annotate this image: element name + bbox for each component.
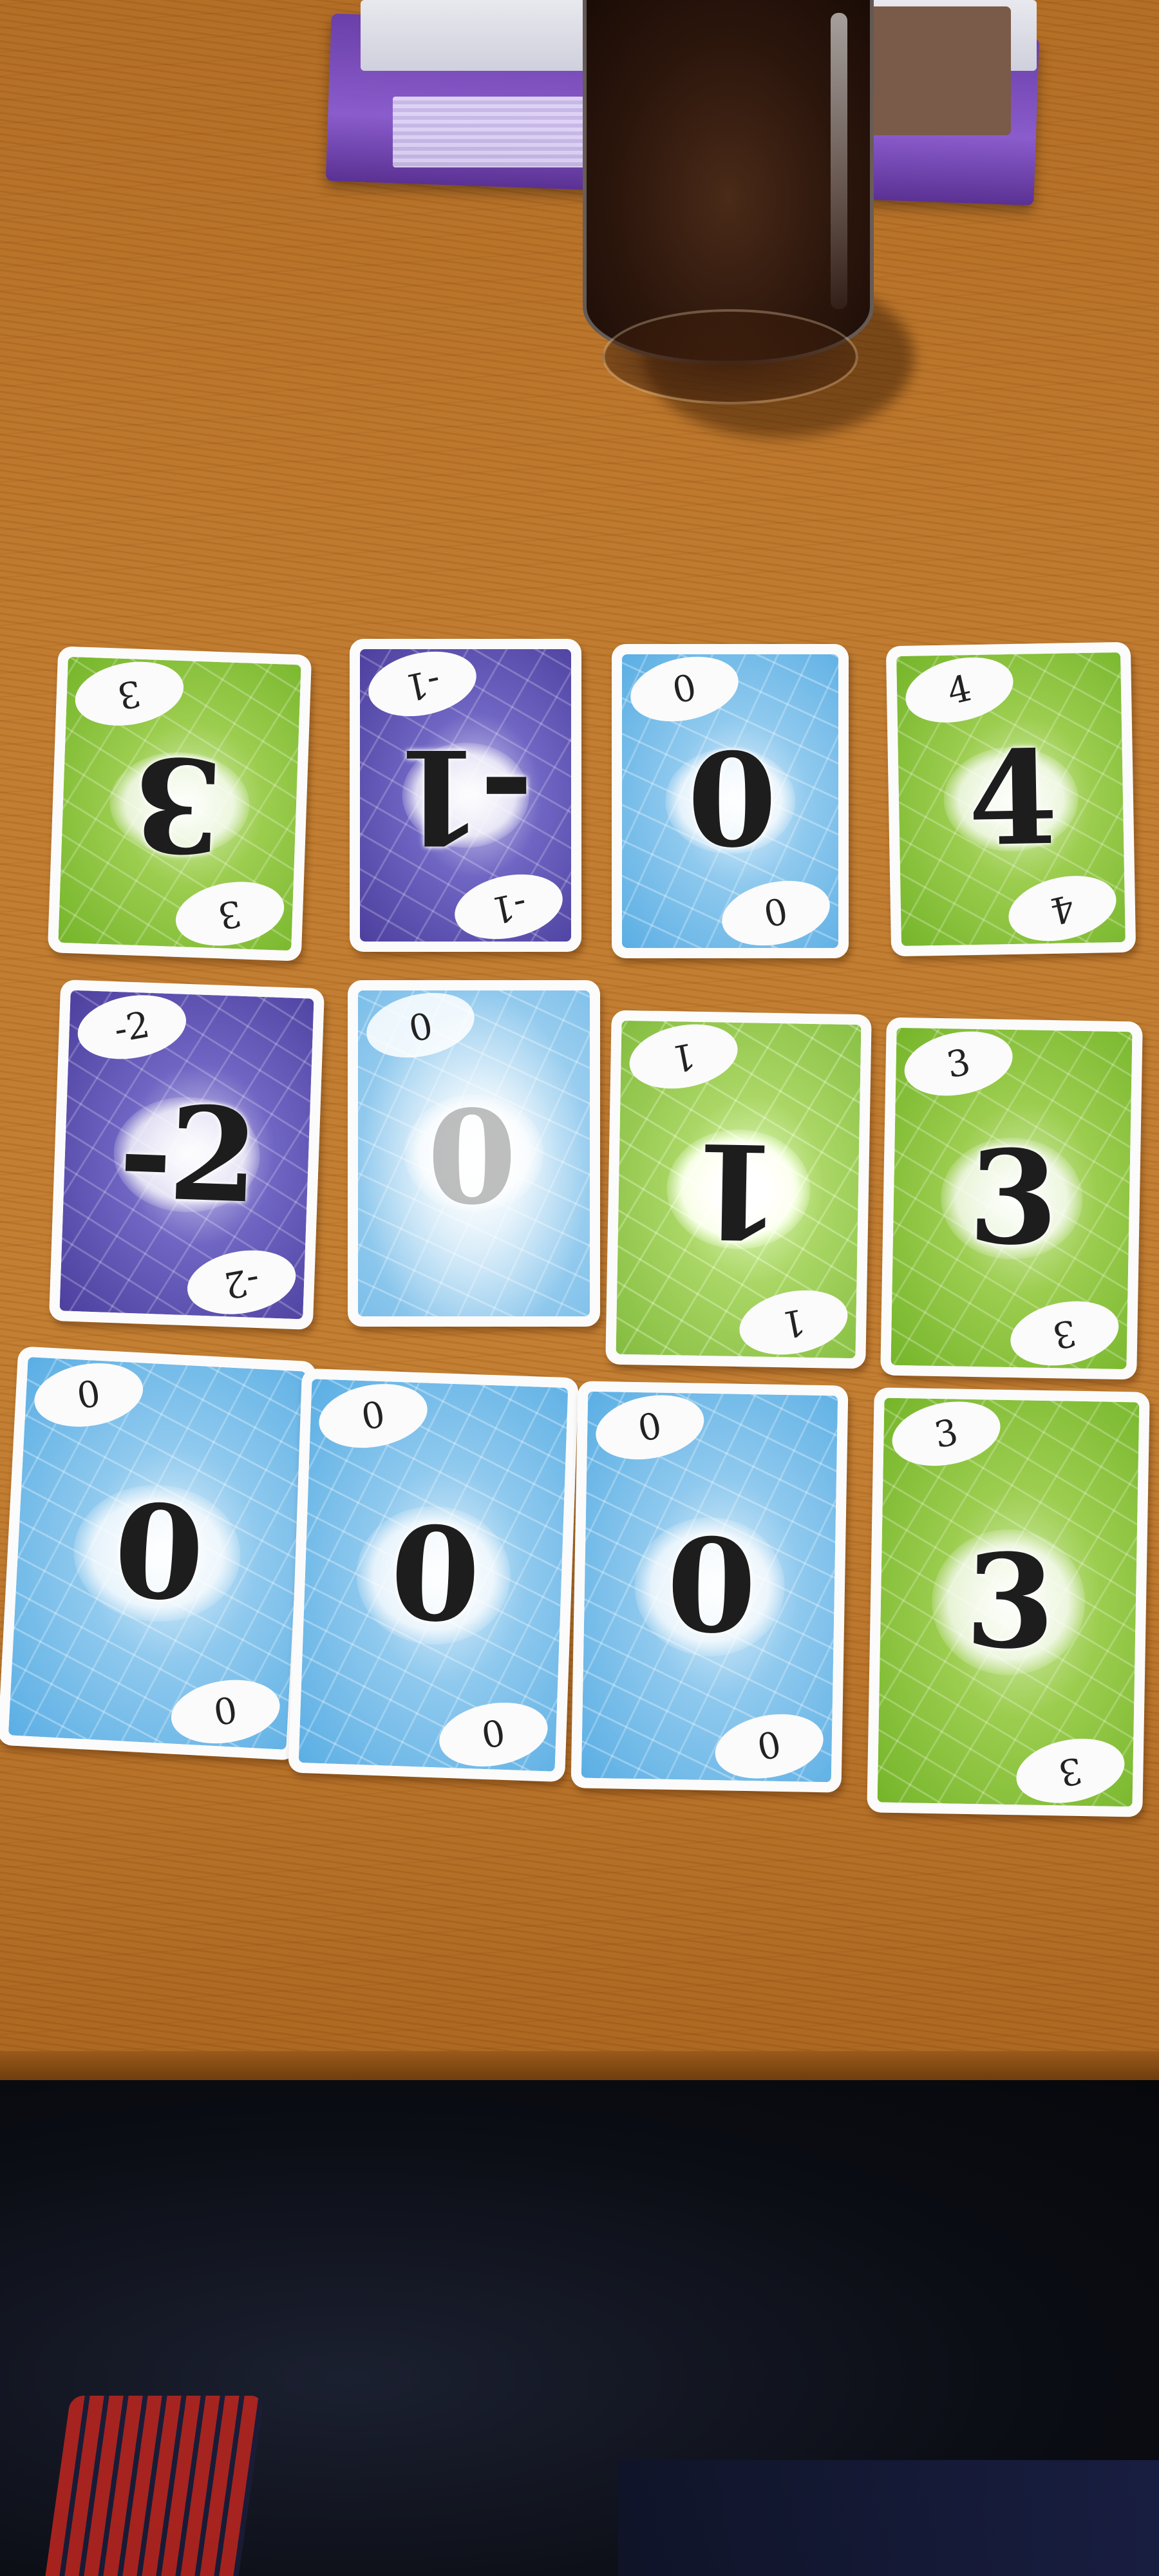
card-1[interactable]: 3 3 3 (47, 646, 312, 961)
card-7[interactable]: 1 1 1 (605, 1010, 872, 1369)
card-value: -1 (397, 720, 534, 871)
card-value: -2 (116, 1076, 258, 1233)
snack-wrapper-window (863, 6, 1011, 135)
card-value: 3 (967, 1121, 1056, 1275)
card-11[interactable]: 0 0 0 (570, 1381, 849, 1793)
glass-shine (831, 13, 847, 309)
card-6[interactable]: 0 0 (348, 980, 600, 1327)
card-value: 0 (110, 1475, 204, 1631)
card-value: 1 (694, 1113, 783, 1267)
card-8[interactable]: 3 3 3 (880, 1017, 1143, 1380)
card-4[interactable]: 4 4 4 (885, 641, 1136, 957)
card-value: 0 (388, 1497, 479, 1653)
glass-base (602, 309, 858, 404)
card-3[interactable]: 0 0 0 (612, 644, 849, 958)
card-value: 3 (964, 1525, 1053, 1679)
card-10[interactable]: 0 0 0 (288, 1368, 579, 1783)
blue-fabric (618, 2460, 1159, 2576)
card-12[interactable]: 3 3 3 (867, 1387, 1150, 1817)
card-9[interactable]: 0 0 0 (0, 1346, 317, 1761)
table-edge (0, 2051, 1159, 2083)
red-fabric (45, 2396, 264, 2576)
card-value: 3 (134, 726, 225, 882)
card-value: 0 (431, 1078, 517, 1229)
card-value: 0 (687, 725, 777, 876)
card-2[interactable]: -1 -1 -1 (350, 639, 581, 952)
card-value: 0 (665, 1510, 754, 1663)
card-5[interactable]: -2 -2 -2 (48, 980, 325, 1330)
card-value: 4 (966, 722, 1055, 876)
